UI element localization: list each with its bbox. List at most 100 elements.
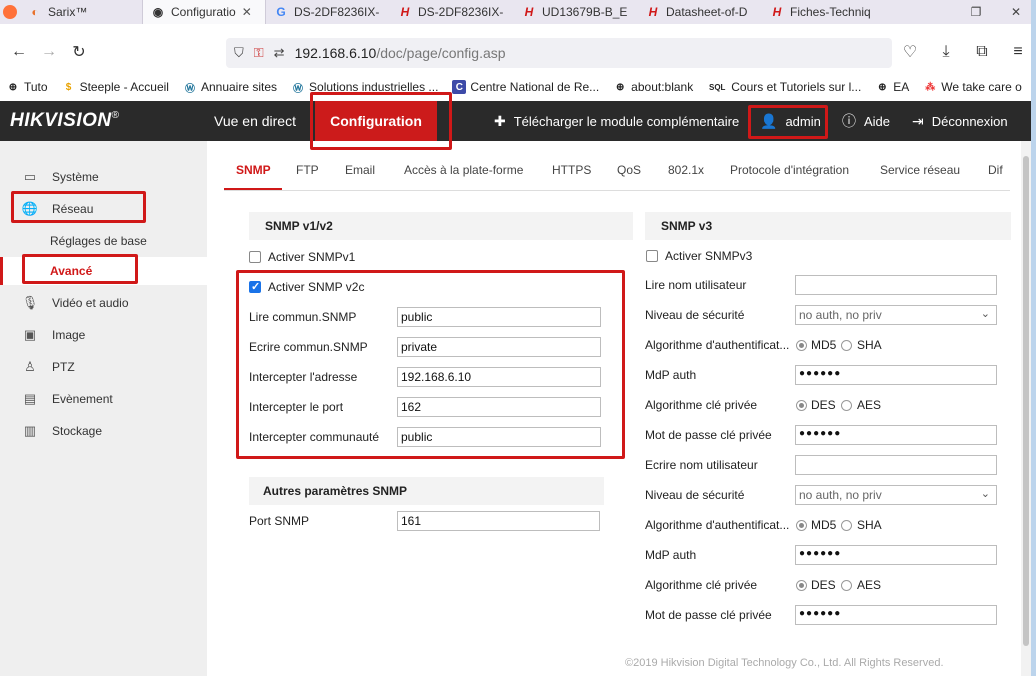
tab-more[interactable]: Dif xyxy=(988,163,1003,177)
sidebar-item-system[interactable]: ▭ Système xyxy=(0,161,207,193)
sha-label-2: SHA xyxy=(857,518,882,532)
tab-platform-access[interactable]: Accès à la plate-forme xyxy=(404,163,523,177)
security-level-select-2[interactable]: no auth, no priv ⌄ xyxy=(795,485,997,505)
md5-radio[interactable] xyxy=(796,340,807,351)
bookmark-item[interactable]: Ⓦ Solutions industrielles ... xyxy=(291,80,438,95)
sidebar-subitem-basic-settings[interactable]: Réglages de base xyxy=(0,227,207,255)
restore-window-icon[interactable]: ❐ xyxy=(956,5,996,19)
bookmark-item[interactable]: ⊕ EA xyxy=(875,80,909,94)
private-key-password-input-2[interactable]: ●●●●●● xyxy=(795,605,997,625)
tab-email[interactable]: Email xyxy=(345,163,375,177)
logout-link[interactable]: ⇥ Déconnexion xyxy=(912,101,1008,141)
sidebar-subitem-advanced[interactable]: Avancé xyxy=(0,257,207,285)
bookmark-item[interactable]: C Centre National de Re... xyxy=(452,80,599,94)
auth-password-input[interactable]: ●●●●●● xyxy=(795,365,997,385)
wordpress-icon: Ⓦ xyxy=(184,83,195,95)
close-window-icon[interactable]: ✕ xyxy=(996,5,1036,19)
sha-radio[interactable] xyxy=(841,340,852,351)
security-level-select[interactable]: no auth, no priv ⌄ xyxy=(795,305,997,325)
storage-icon: ▥ xyxy=(23,423,37,438)
read-community-input[interactable]: public xyxy=(397,307,601,327)
tab-8021x[interactable]: 802.1x xyxy=(668,163,704,177)
auth-password-label-2: MdP auth xyxy=(645,548,697,562)
browser-tab[interactable]: H DS-2DF8236IX- xyxy=(390,0,514,24)
back-arrow-icon[interactable]: ← xyxy=(4,38,34,66)
pocket-icon[interactable]: ♡ xyxy=(892,38,928,66)
sha-label: SHA xyxy=(857,338,882,352)
bookmark-item[interactable]: ⁂ We take care o xyxy=(923,80,1021,94)
bookmark-item[interactable]: $ Steeple - Accueil xyxy=(62,80,169,94)
hikvision-h-icon: H xyxy=(772,5,782,19)
bookmark-item[interactable]: ⊕ about:blank xyxy=(613,80,693,94)
trap-port-input[interactable]: 162 xyxy=(397,397,601,417)
aes-radio[interactable] xyxy=(841,400,852,411)
chevron-down-icon: ⌄ xyxy=(980,488,990,500)
browser-navbar: ← → ↻ ⛉ ⚿ ⇄ 192.168.6.10/doc/page/config… xyxy=(0,34,1036,70)
sidebar-item-network[interactable]: 🌐 Réseau xyxy=(0,193,207,225)
scrollbar-thumb[interactable] xyxy=(1023,156,1029,646)
browser-tab[interactable]: G DS-2DF8236IX- xyxy=(266,0,390,24)
tab-network-service[interactable]: Service réseau xyxy=(880,163,960,177)
sidebar-item-storage[interactable]: ▥ Stockage xyxy=(0,415,207,447)
auth-password-input-2[interactable]: ●●●●●● xyxy=(795,545,997,565)
url-bar[interactable]: ⛉ ⚿ ⇄ 192.168.6.10/doc/page/config.asp xyxy=(226,38,892,68)
tab-integration-protocol[interactable]: Protocole d'intégration xyxy=(730,163,849,177)
forward-arrow-icon[interactable]: → xyxy=(34,38,64,66)
bookmark-item[interactable]: Ⓦ Annuaire sites xyxy=(183,80,277,95)
tab-ftp[interactable]: FTP xyxy=(296,163,319,177)
snmp-port-label: Port SNMP xyxy=(249,514,310,528)
nav-live-view[interactable]: Vue en direct xyxy=(214,101,296,141)
md5-label-2: MD5 xyxy=(811,518,837,532)
snmp-port-input[interactable]: 161 xyxy=(397,511,600,531)
private-key-algorithm-label: Algorithme clé privée xyxy=(645,398,758,412)
browser-tab[interactable]: H Fiches-Techniq xyxy=(762,0,882,24)
browser-tab[interactable]: ◐ Sarix™ xyxy=(20,0,142,24)
reload-icon[interactable]: ↻ xyxy=(64,38,94,66)
user-icon: 👤 xyxy=(760,112,778,129)
insecure-lock-icon[interactable]: ⚿ xyxy=(254,45,264,61)
write-community-input[interactable]: private xyxy=(397,337,601,357)
shield-icon[interactable]: ⛉ xyxy=(234,45,244,61)
download-plugin-link[interactable]: ✚ Télécharger le module complémentaire xyxy=(494,101,739,141)
aes-radio-2[interactable] xyxy=(841,580,852,591)
write-user-input[interactable] xyxy=(795,455,997,475)
md5-radio-2[interactable] xyxy=(796,520,807,531)
wordpress-icon: Ⓦ xyxy=(293,83,304,95)
des-radio-2[interactable] xyxy=(796,580,807,591)
user-menu[interactable]: 👤 admin xyxy=(760,101,821,141)
nav-configuration[interactable]: Configuration xyxy=(315,101,437,141)
sidebar-item-ptz[interactable]: ♙ PTZ xyxy=(0,351,207,383)
tab-snmp[interactable]: SNMP xyxy=(236,163,271,177)
firefox-menu-icon[interactable] xyxy=(0,0,20,24)
enable-snmpv1-checkbox[interactable] xyxy=(249,251,261,263)
enable-snmpv3-checkbox[interactable] xyxy=(646,250,658,262)
close-tab-icon[interactable]: ✕ xyxy=(242,5,252,19)
trap-address-input[interactable]: 192.168.6.10 xyxy=(397,367,601,387)
extensions-icon[interactable]: ⧉ xyxy=(964,38,1000,66)
private-key-password-input[interactable]: ●●●●●● xyxy=(795,425,997,445)
toolbar-right: ♡ ⤓ ⧉ ≡ xyxy=(892,38,1036,66)
trap-community-input[interactable]: public xyxy=(397,427,601,447)
browser-tab[interactable]: H UD13679B-B_E xyxy=(514,0,638,24)
hikvision-h-icon: H xyxy=(648,5,658,19)
sidebar-item-events[interactable]: ▤ Evènement xyxy=(0,383,207,415)
download-icon[interactable]: ⤓ xyxy=(928,38,964,66)
info-icon: ⓘ xyxy=(842,113,856,129)
browser-tab[interactable]: H Datasheet-of-D xyxy=(638,0,762,24)
tab-https[interactable]: HTTPS xyxy=(552,163,591,177)
bookmark-item[interactable]: SQL Cours et Tutoriels sur l... xyxy=(707,80,861,94)
tab-qos[interactable]: QoS xyxy=(617,163,641,177)
read-user-label: Lire nom utilisateur xyxy=(645,278,747,292)
sha-radio-2[interactable] xyxy=(841,520,852,531)
auth-algorithm-label: Algorithme d'authentificat... xyxy=(645,338,790,352)
des-radio[interactable] xyxy=(796,400,807,411)
permissions-icon[interactable]: ⇄ xyxy=(274,45,285,61)
help-link[interactable]: ⓘ Aide xyxy=(842,101,890,141)
sidebar-item-video-audio[interactable]: 🎙 Vidéo et audio xyxy=(0,287,207,319)
read-user-input[interactable] xyxy=(795,275,997,295)
enable-snmpv2c-checkbox[interactable] xyxy=(249,280,261,293)
browser-tab-active[interactable]: ◉ Configuratio ✕ xyxy=(142,0,266,24)
bookmark-item[interactable]: ⊕ Tuto xyxy=(6,80,48,94)
globe-icon: ⊕ xyxy=(878,81,887,93)
sidebar-item-image[interactable]: ▣ Image xyxy=(0,319,207,351)
